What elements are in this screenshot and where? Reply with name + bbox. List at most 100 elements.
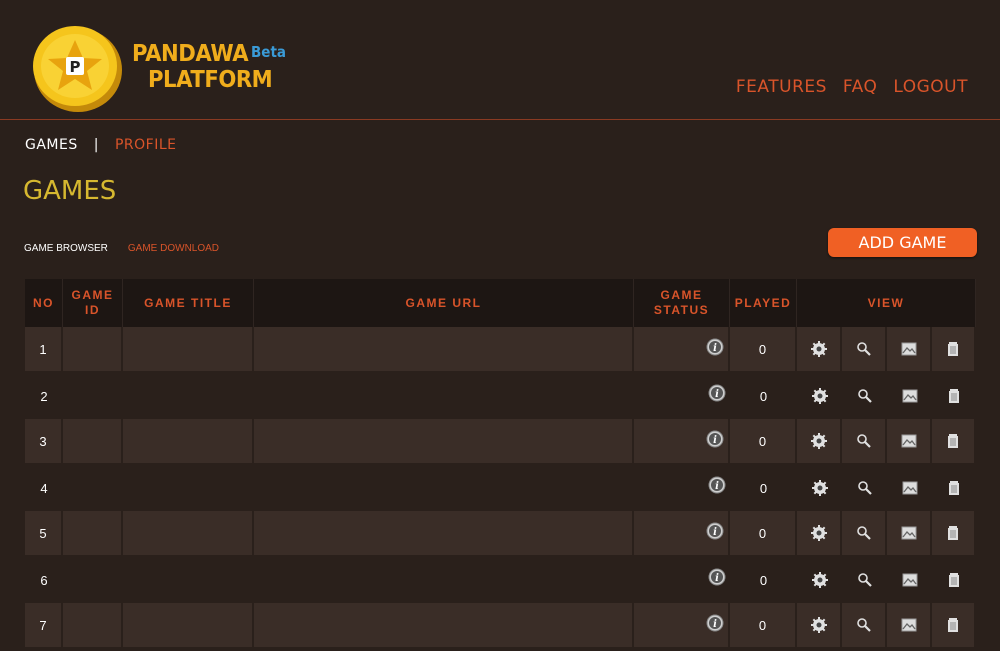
info-icon[interactable]: i <box>708 568 726 586</box>
row-settings <box>797 557 842 603</box>
trash-icon[interactable] <box>945 387 963 403</box>
page-title: GAMES <box>23 176 117 206</box>
row-game-id <box>63 327 123 373</box>
magnifier-icon[interactable] <box>855 616 873 632</box>
gear-icon[interactable] <box>810 432 828 449</box>
info-icon[interactable]: i <box>706 430 724 448</box>
row-preview <box>842 557 887 603</box>
trash-icon[interactable] <box>945 571 963 587</box>
info-icon[interactable]: i <box>706 614 724 632</box>
info-icon[interactable]: i <box>706 338 724 356</box>
subnav-separator: | <box>93 137 99 153</box>
row-screenshot <box>887 511 932 557</box>
games-table: NO GAME ID GAME TITLE GAME URL GAME STAT… <box>25 279 976 649</box>
col-view: VIEW <box>797 279 976 327</box>
trash-icon[interactable] <box>944 616 962 632</box>
image-icon[interactable] <box>900 524 918 540</box>
beta-badge: Beta <box>251 43 287 61</box>
brand-name-line1: PANDAWA <box>132 41 249 67</box>
row-preview <box>842 327 887 373</box>
col-no: NO <box>25 279 63 327</box>
image-icon[interactable] <box>901 387 919 403</box>
row-game-id <box>63 419 123 465</box>
row-settings <box>797 511 842 557</box>
row-screenshot <box>887 557 932 603</box>
trash-icon[interactable] <box>944 432 962 448</box>
magnifier-icon[interactable] <box>855 340 873 356</box>
row-delete <box>932 511 976 557</box>
row-preview <box>842 373 887 419</box>
gear-icon[interactable] <box>811 571 829 588</box>
top-nav: FEATURES FAQ LOGOUT <box>736 77 968 97</box>
gear-icon[interactable] <box>811 479 829 496</box>
nav-faq[interactable]: FAQ <box>843 77 877 97</box>
svg-text:i: i <box>713 619 717 630</box>
info-icon[interactable]: i <box>708 384 726 402</box>
table-row: 4 i0 <box>25 465 976 511</box>
row-played: 0 <box>730 373 797 419</box>
info-icon[interactable]: i <box>706 522 724 540</box>
row-game-url <box>254 327 634 373</box>
row-preview <box>842 603 887 649</box>
col-played: PLAYED <box>730 279 797 327</box>
pandawa-logo[interactable]: P PANDAWA Beta PLATFORM <box>32 24 286 114</box>
row-played: 0 <box>730 603 797 649</box>
tab-game-browser[interactable]: GAME BROWSER <box>24 243 108 254</box>
table-row: 2 i0 <box>25 373 976 419</box>
nav-features[interactable]: FEATURES <box>736 77 827 97</box>
col-game-status: GAME STATUS <box>634 279 730 327</box>
row-game-id <box>63 557 123 603</box>
subnav-games[interactable]: GAMES <box>25 137 78 153</box>
image-icon[interactable] <box>900 340 918 356</box>
row-game-id <box>63 373 123 419</box>
row-game-status: i <box>634 557 730 603</box>
row-delete <box>932 327 976 373</box>
row-screenshot <box>887 419 932 465</box>
row-settings <box>797 603 842 649</box>
trash-icon[interactable] <box>944 340 962 356</box>
gear-icon[interactable] <box>810 340 828 357</box>
col-game-id: GAME ID <box>63 279 123 327</box>
trash-icon[interactable] <box>944 524 962 540</box>
row-game-status: i <box>634 373 730 419</box>
image-icon[interactable] <box>901 571 919 587</box>
row-delete <box>932 419 976 465</box>
row-game-title <box>123 465 254 511</box>
gear-icon[interactable] <box>810 524 828 541</box>
row-game-status: i <box>634 511 730 557</box>
magnifier-icon[interactable] <box>855 524 873 540</box>
row-no: 2 <box>25 373 63 419</box>
row-game-id <box>63 511 123 557</box>
svg-text:i: i <box>715 573 719 584</box>
svg-text:i: i <box>715 481 719 492</box>
magnifier-icon[interactable] <box>855 432 873 448</box>
trash-icon[interactable] <box>945 479 963 495</box>
magnifier-icon[interactable] <box>856 571 874 587</box>
row-game-title <box>123 327 254 373</box>
gear-icon[interactable] <box>810 616 828 633</box>
tab-game-download[interactable]: GAME DOWNLOAD <box>128 243 219 254</box>
row-played: 0 <box>730 465 797 511</box>
magnifier-icon[interactable] <box>856 387 874 403</box>
row-game-id <box>63 603 123 649</box>
subnav-profile[interactable]: PROFILE <box>115 137 177 153</box>
info-icon[interactable]: i <box>708 476 726 494</box>
row-delete <box>932 603 976 649</box>
add-game-button[interactable]: ADD GAME <box>828 228 977 257</box>
image-icon[interactable] <box>900 432 918 448</box>
row-game-url <box>254 511 634 557</box>
row-played: 0 <box>730 511 797 557</box>
row-played: 0 <box>730 557 797 603</box>
nav-logout[interactable]: LOGOUT <box>893 77 968 97</box>
row-screenshot <box>887 603 932 649</box>
table-row: 7 i 0 <box>25 603 976 649</box>
row-game-url <box>254 373 634 419</box>
image-icon[interactable] <box>901 479 919 495</box>
magnifier-icon[interactable] <box>856 479 874 495</box>
row-game-url <box>254 419 634 465</box>
gear-icon[interactable] <box>811 387 829 404</box>
row-game-id <box>63 465 123 511</box>
row-no: 3 <box>25 419 63 465</box>
image-icon[interactable] <box>900 616 918 632</box>
row-delete <box>932 465 976 511</box>
